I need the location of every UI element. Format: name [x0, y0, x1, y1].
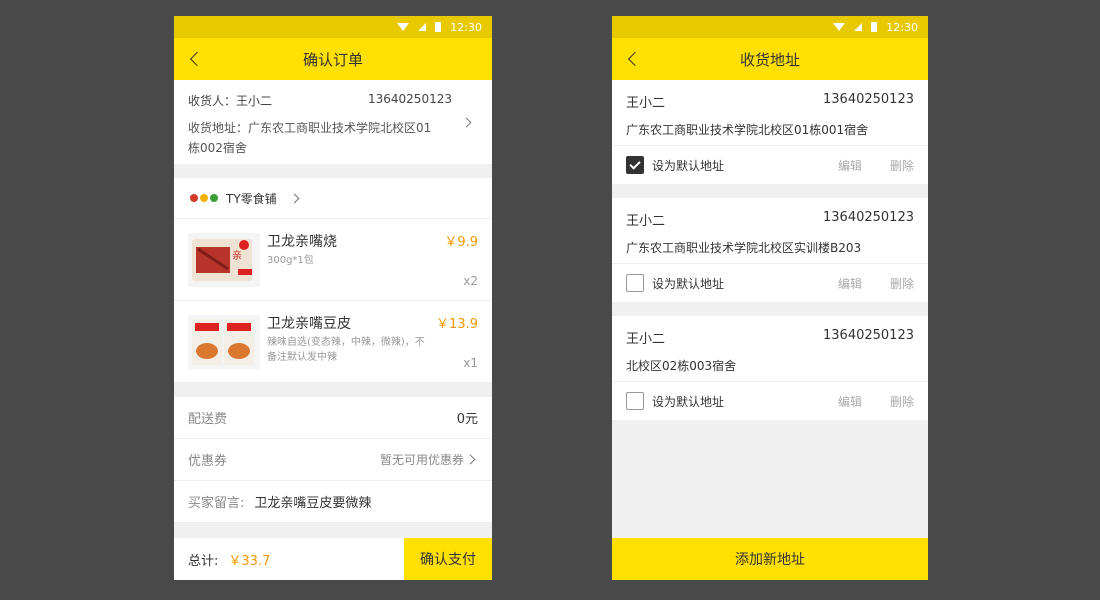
address-info[interactable]: 王小二 13640250123 广东农工商职业技术学院北校区实训楼B203	[612, 198, 928, 264]
signal-icon	[854, 23, 863, 31]
cart-item: 卫龙亲嘴豆皮 辣味自选(变态辣，中辣，微辣)，不备注默认发中辣 ￥13.9 x1	[174, 301, 492, 383]
address-card: 王小二 13640250123 北校区02栋003宿舍 设为默认地址 编辑 删除	[612, 316, 928, 420]
product-price: ￥9.9	[444, 235, 478, 250]
default-checkbox[interactable]	[626, 156, 644, 174]
confirm-pay-button[interactable]: 确认支付	[404, 538, 492, 580]
product-quantity: x1	[463, 356, 478, 370]
address-phone: 13640250123	[823, 328, 914, 343]
address-text: 北校区02栋003宿舍	[626, 359, 737, 373]
total-label: 总计:	[188, 553, 219, 569]
shipping-address-section[interactable]: 收货人： 王小二 13640250123 收货地址：广东农工商职业技术学院北校区…	[174, 80, 492, 164]
coupon-row[interactable]: 优惠券 暂无可用优惠券	[174, 439, 492, 481]
status-time: 12:30	[886, 20, 918, 34]
status-time: 12:30	[450, 20, 482, 34]
address-list-screen: 12:30 收货地址 王小二 13640250123 广东农工商职业技术学院北校…	[612, 16, 928, 580]
back-arrow-icon[interactable]	[627, 51, 643, 67]
default-checkbox[interactable]	[626, 392, 644, 410]
default-label: 设为默认地址	[652, 276, 725, 291]
delete-button[interactable]: 删除	[890, 275, 914, 292]
battery-icon	[435, 22, 442, 32]
delete-button[interactable]: 删除	[890, 157, 914, 174]
svg-text:亲: 亲	[232, 249, 242, 262]
edit-button[interactable]: 编辑	[838, 157, 862, 174]
coupon-value: 暂无可用优惠券	[379, 453, 464, 467]
wifi-icon	[833, 23, 846, 31]
address-actions: 设为默认地址 编辑 删除	[612, 146, 928, 184]
address-card: 王小二 13640250123 广东农工商职业技术学院北校区01栋001宿舍 设…	[612, 80, 928, 184]
product-quantity: x2	[463, 274, 478, 288]
buyer-message-label: 买家留言:	[188, 496, 245, 511]
battery-icon	[871, 22, 878, 32]
signal-icon	[418, 23, 427, 31]
address-actions: 设为默认地址 编辑 删除	[612, 382, 928, 420]
product-name: 卫龙亲嘴烧	[267, 234, 337, 250]
checkout-bar: 总计: ￥33.7 确认支付	[174, 538, 492, 580]
total-value: ￥33.7	[228, 553, 271, 569]
page-title: 确认订单	[302, 50, 363, 69]
page-title: 收货地址	[739, 50, 800, 69]
product-price: ￥13.9	[436, 317, 478, 332]
shop-name: TY零食铺	[226, 191, 277, 206]
address-phone: 13640250123	[823, 210, 914, 225]
receiver-name: 王小二	[236, 94, 273, 108]
chevron-right-icon[interactable]	[465, 454, 476, 465]
default-label: 设为默认地址	[652, 158, 725, 173]
default-checkbox[interactable]	[626, 274, 644, 292]
status-bar: 12:30	[174, 16, 492, 38]
address-phone: 13640250123	[823, 92, 914, 107]
address-actions: 设为默认地址 编辑 删除	[612, 264, 928, 302]
cart-item: 亲 卫龙亲嘴烧 300g*1包 ￥9.9 x2	[174, 219, 492, 301]
delivery-fee-value: 0元	[456, 412, 478, 427]
wifi-icon	[397, 23, 410, 31]
address-text: 广东农工商职业技术学院北校区实训楼B203	[626, 241, 862, 255]
nav-bar: 确认订单	[174, 38, 492, 80]
address-card: 王小二 13640250123 广东农工商职业技术学院北校区实训楼B203 设为…	[612, 198, 928, 302]
status-bar: 12:30	[612, 16, 928, 38]
receiver-label: 收货人：	[188, 94, 237, 108]
address-label: 收货地址：	[188, 121, 249, 135]
coupon-label: 优惠券	[188, 454, 228, 469]
shop-header[interactable]: TY零食铺	[174, 178, 492, 219]
product-spec: 辣味自选(变态辣，中辣，微辣)，不备注默认发中辣	[267, 337, 425, 363]
receiver-phone: 13640250123	[368, 92, 452, 106]
product-spec: 300g*1包	[267, 255, 314, 266]
confirm-order-screen: 12:30 确认订单 收货人： 王小二 13640250123 收货地址：广东农…	[174, 16, 492, 580]
edit-button[interactable]: 编辑	[838, 275, 862, 292]
default-label: 设为默认地址	[652, 394, 725, 409]
back-arrow-icon[interactable]	[189, 51, 205, 67]
address-text: 广东农工商职业技术学院北校区01栋001宿舍	[626, 123, 869, 137]
delete-button[interactable]: 删除	[890, 393, 914, 410]
edit-button[interactable]: 编辑	[838, 393, 862, 410]
address-info[interactable]: 王小二 13640250123 广东农工商职业技术学院北校区01栋001宿舍	[612, 80, 928, 146]
delivery-fee-row: 配送费 0元	[174, 397, 492, 439]
add-new-address-button[interactable]: 添加新地址	[612, 538, 928, 580]
chevron-right-icon[interactable]	[289, 193, 300, 203]
delivery-fee-label: 配送费	[188, 412, 228, 427]
nav-bar: 收货地址	[612, 38, 928, 80]
buyer-message-value[interactable]: 卫龙亲嘴豆皮要微辣	[254, 492, 371, 511]
product-image: 亲	[188, 233, 260, 287]
buyer-message-row[interactable]: 买家留言: 卫龙亲嘴豆皮要微辣	[174, 481, 492, 523]
address-info[interactable]: 王小二 13640250123 北校区02栋003宿舍	[612, 316, 928, 382]
shop-logo-icon	[190, 194, 218, 202]
product-name: 卫龙亲嘴豆皮	[267, 316, 351, 332]
product-image	[188, 315, 260, 369]
